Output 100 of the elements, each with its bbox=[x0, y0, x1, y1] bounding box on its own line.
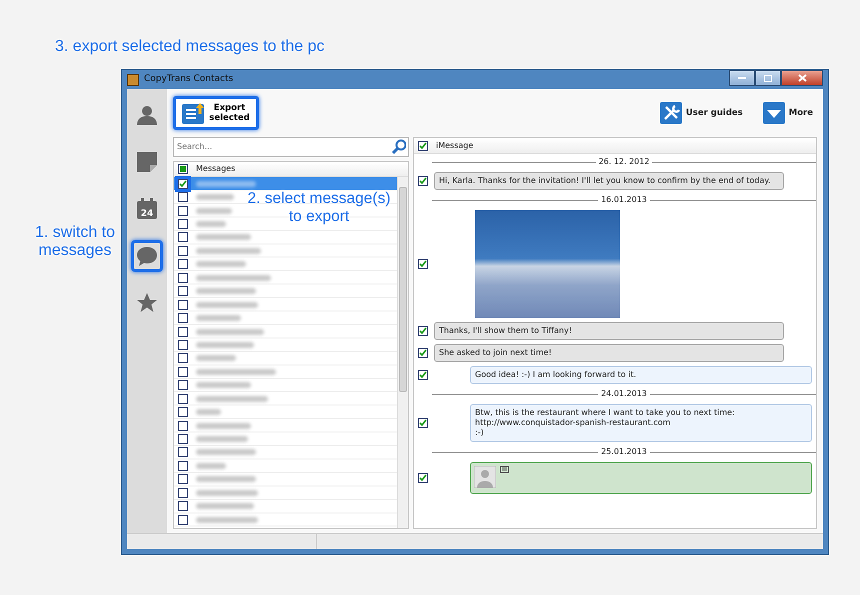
blurred-name bbox=[196, 396, 268, 402]
blurred-name bbox=[196, 234, 251, 240]
checkbox[interactable] bbox=[178, 420, 188, 431]
blurred-name bbox=[196, 342, 254, 348]
checkbox[interactable] bbox=[178, 514, 188, 525]
blurred-name bbox=[196, 462, 226, 469]
checkbox[interactable] bbox=[418, 348, 428, 358]
maximize-button[interactable] bbox=[755, 70, 781, 86]
more-button[interactable]: More bbox=[762, 102, 813, 124]
search-icon bbox=[391, 139, 406, 154]
checkbox[interactable] bbox=[418, 259, 428, 269]
annotation-text: 2. select message(s) to export bbox=[246, 190, 392, 226]
blurred-name bbox=[196, 180, 256, 187]
date-separator: 16.01.2013 bbox=[600, 194, 648, 206]
tools-icon bbox=[660, 102, 682, 124]
date-separator: 25.01.2013 bbox=[600, 446, 648, 458]
checkbox[interactable] bbox=[178, 206, 188, 216]
column-header: iMessage bbox=[436, 140, 474, 152]
checkbox[interactable] bbox=[178, 474, 188, 484]
checkbox[interactable] bbox=[178, 460, 188, 471]
blurred-name bbox=[196, 288, 256, 294]
checkbox[interactable] bbox=[418, 176, 428, 186]
checkbox[interactable] bbox=[418, 473, 428, 483]
app-icon bbox=[127, 74, 139, 86]
blurred-name bbox=[196, 302, 258, 308]
minimize-icon bbox=[738, 76, 746, 80]
message-bubble: Thanks, I'll show them to Tiffany! bbox=[434, 322, 784, 340]
minimize-button[interactable] bbox=[729, 70, 755, 86]
person-icon bbox=[136, 104, 158, 126]
window-title: CopyTrans Contacts bbox=[144, 72, 234, 86]
message-bubble: Hi, Karla. Thanks for the invitation! I'll let you know to confirm by the end of today. bbox=[434, 172, 784, 190]
checkbox[interactable] bbox=[178, 407, 188, 418]
message-bubble: Btw, this is the restaurant where I want to take you to next time: http://www.conquistador-spanish-restaurant.com :-) bbox=[470, 404, 812, 442]
note-icon bbox=[136, 151, 158, 173]
dropdown-icon bbox=[762, 102, 785, 124]
checkbox[interactable] bbox=[178, 192, 188, 202]
sidebar-item[interactable] bbox=[131, 240, 163, 272]
blurred-name bbox=[196, 261, 246, 268]
blurred-name bbox=[196, 503, 254, 510]
blurred-name bbox=[196, 382, 251, 388]
checkbox[interactable] bbox=[178, 394, 188, 404]
checkbox[interactable] bbox=[178, 353, 188, 364]
export-icon bbox=[182, 102, 204, 124]
message-bubble: Good idea! :-) I am looking forward to it. bbox=[470, 366, 812, 384]
blurred-name bbox=[196, 328, 264, 335]
blurred-name bbox=[196, 476, 256, 482]
checkbox[interactable] bbox=[418, 370, 428, 380]
star-icon bbox=[136, 292, 158, 314]
close-button[interactable] bbox=[781, 70, 823, 86]
checkbox[interactable] bbox=[178, 488, 188, 498]
column-header: Messages bbox=[196, 163, 236, 175]
checkbox[interactable] bbox=[178, 326, 188, 337]
blurred-name bbox=[196, 449, 256, 456]
message-bubble: She asked to join next time! bbox=[434, 344, 784, 362]
checkbox[interactable] bbox=[178, 219, 188, 230]
checkbox[interactable] bbox=[178, 501, 188, 512]
annotation-text: 3. export selected messages to the pc bbox=[55, 38, 324, 56]
blurred-name bbox=[196, 490, 258, 496]
sidebar-item[interactable]: 24 bbox=[131, 193, 163, 225]
blurred-name bbox=[196, 315, 241, 322]
blurred-name bbox=[196, 221, 226, 228]
blurred-name bbox=[196, 409, 221, 416]
checkbox[interactable] bbox=[178, 447, 188, 458]
checkbox[interactable] bbox=[178, 259, 188, 270]
unknown-glyph-icon bbox=[500, 466, 509, 473]
blurred-name bbox=[196, 194, 234, 200]
avatar-icon bbox=[474, 466, 496, 488]
blurred-name bbox=[196, 355, 236, 362]
checkbox[interactable] bbox=[178, 286, 188, 296]
close-icon bbox=[798, 74, 806, 82]
checkbox[interactable] bbox=[178, 300, 188, 310]
conversation-row[interactable] bbox=[174, 177, 397, 190]
user-guides-button[interactable]: User guides bbox=[660, 102, 743, 124]
blurred-name bbox=[196, 422, 251, 429]
checkbox[interactable] bbox=[178, 434, 188, 444]
chat-bubble-icon bbox=[136, 245, 158, 267]
checkbox[interactable] bbox=[178, 232, 188, 242]
date-separator: 24.01.2013 bbox=[600, 388, 648, 400]
checkbox[interactable] bbox=[178, 380, 188, 390]
checkbox[interactable] bbox=[178, 272, 188, 283]
checkbox[interactable] bbox=[178, 366, 188, 377]
blurred-name bbox=[196, 248, 261, 254]
checkbox[interactable] bbox=[418, 140, 428, 150]
blurred-name bbox=[196, 516, 258, 523]
checkbox[interactable] bbox=[418, 418, 428, 428]
blurred-name bbox=[196, 436, 248, 442]
export-button[interactable]: Export selected bbox=[173, 96, 259, 130]
search-field[interactable]: Search... bbox=[173, 137, 409, 157]
annotation-text: 1. switch to messages bbox=[34, 224, 116, 260]
checkbox[interactable] bbox=[418, 326, 428, 336]
checkbox[interactable] bbox=[178, 178, 188, 189]
blurred-name bbox=[196, 208, 232, 214]
checkbox[interactable] bbox=[178, 313, 188, 324]
date-separator: 26. 12. 2012 bbox=[598, 156, 650, 168]
checkbox[interactable] bbox=[178, 340, 188, 350]
checkbox[interactable] bbox=[178, 164, 188, 174]
calendar-icon: 24 bbox=[136, 198, 158, 220]
maximize-icon bbox=[764, 74, 772, 82]
scrollbar[interactable] bbox=[397, 177, 408, 528]
checkbox[interactable] bbox=[178, 246, 188, 256]
